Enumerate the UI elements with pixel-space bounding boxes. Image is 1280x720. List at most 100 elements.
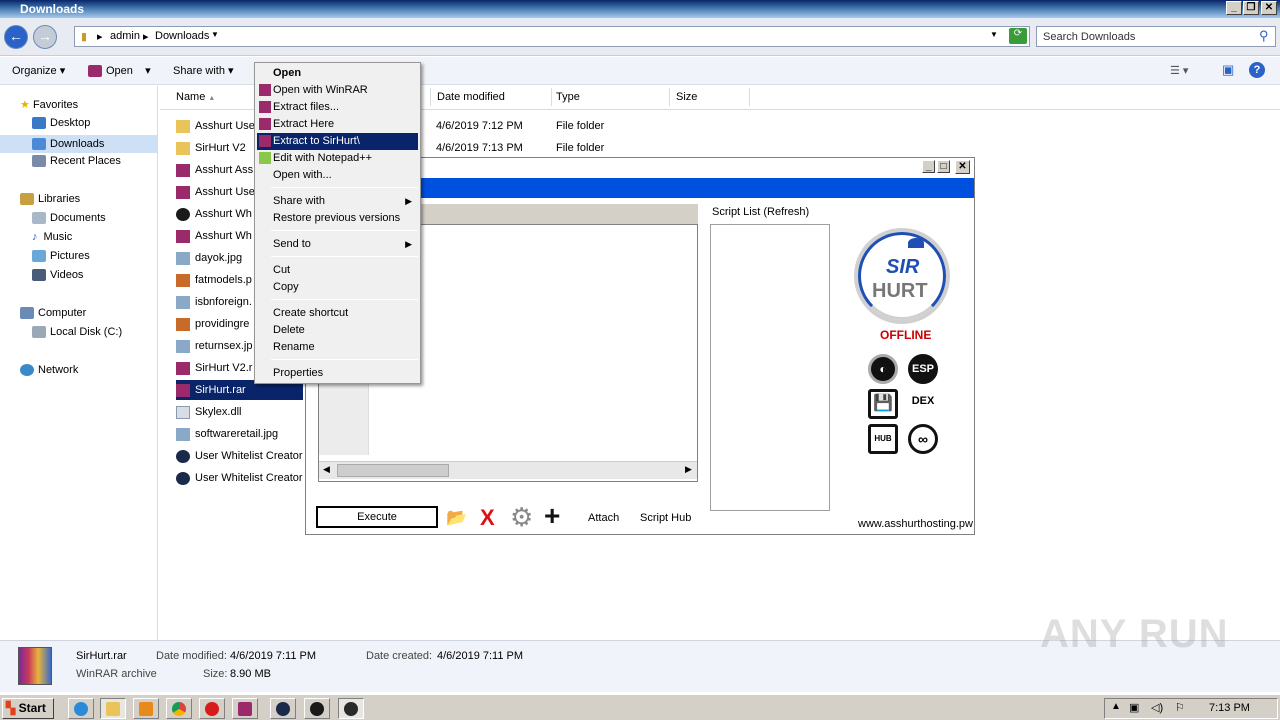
menu-item-share-with[interactable]: Share with ▶: [257, 193, 418, 210]
breadcrumb-downloads[interactable]: Downloads: [155, 30, 209, 42]
list-item[interactable]: SirHurt V2: [176, 138, 246, 158]
app2-taskbar-button[interactable]: [304, 698, 330, 719]
refresh-icon[interactable]: ⟳: [1009, 28, 1027, 44]
share-with-button[interactable]: Share with ▾: [173, 64, 234, 77]
close-button[interactable]: ✕: [1261, 1, 1277, 15]
menu-item-open-with[interactable]: Open with...: [257, 167, 418, 184]
maximize-button[interactable]: ❐: [1243, 1, 1259, 15]
view-options-icon[interactable]: ☰ ▾: [1170, 64, 1188, 77]
infinite-icon[interactable]: ∞: [908, 424, 938, 454]
show-hidden-icons-icon[interactable]: ▲: [1111, 701, 1121, 712]
help-icon[interactable]: ?: [1249, 62, 1265, 78]
clock[interactable]: 7:13 PM: [1209, 702, 1250, 714]
column-type[interactable]: Type: [550, 88, 670, 106]
chevron-down-icon[interactable]: ▼: [211, 30, 219, 39]
network-tray-icon[interactable]: ▣: [1129, 701, 1139, 714]
hub-scroll-button[interactable]: HUB: [868, 424, 898, 454]
dex-button[interactable]: DEX: [908, 389, 938, 419]
nav-computer[interactable]: Computer: [20, 307, 86, 320]
sirhurt-taskbar-button[interactable]: [338, 698, 364, 719]
menu-item-create-shortcut[interactable]: Create shortcut: [257, 305, 418, 322]
globe-icon[interactable]: ◐: [868, 354, 898, 384]
list-item[interactable]: dayok.jpg: [176, 248, 242, 268]
menu-item-delete[interactable]: Delete: [257, 322, 418, 339]
chrome-taskbar-button[interactable]: [166, 698, 192, 719]
gear-icon[interactable]: ⚙: [510, 502, 533, 533]
script-list[interactable]: [710, 224, 830, 511]
menu-item-extract-to[interactable]: Extract to SirHurt\: [257, 133, 418, 150]
column-size[interactable]: Size: [670, 88, 750, 106]
sirhurt-close-button[interactable]: ✕: [955, 160, 970, 174]
menu-item-extract-files[interactable]: Extract files...: [257, 99, 418, 116]
list-item[interactable]: User Whitelist Creator: [176, 468, 303, 488]
script-hub-button[interactable]: Script Hub: [640, 512, 691, 524]
sirhurt-minimize-button[interactable]: _: [922, 160, 935, 173]
nav-desktop[interactable]: Desktop: [32, 117, 90, 130]
nav-network[interactable]: Network: [20, 364, 78, 377]
back-button[interactable]: ←: [4, 25, 28, 49]
list-item[interactable]: Asshurt Wh: [176, 226, 252, 246]
menu-item-properties[interactable]: Properties: [257, 365, 418, 382]
breadcrumb-admin[interactable]: admin: [110, 30, 140, 42]
list-item[interactable]: fatmodels.p: [176, 270, 252, 290]
website-link[interactable]: www.asshurthosting.pw: [858, 518, 973, 530]
open-folder-icon[interactable]: 📂: [446, 508, 467, 528]
column-name[interactable]: Name ▲: [170, 88, 263, 106]
app1-taskbar-button[interactable]: [270, 698, 296, 719]
nav-downloads[interactable]: Downloads: [0, 135, 157, 153]
menu-item-restore[interactable]: Restore previous versions: [257, 210, 418, 227]
start-button[interactable]: ▚ Start: [2, 698, 54, 719]
list-item[interactable]: Asshurt Ass: [176, 160, 253, 180]
minimize-button[interactable]: _: [1226, 1, 1242, 15]
search-icon[interactable]: ⚲: [1259, 28, 1269, 44]
list-item[interactable]: Asshurt Use: [176, 182, 255, 202]
list-item[interactable]: providingre: [176, 314, 249, 334]
menu-item-edit-notepad[interactable]: Edit with Notepad++: [257, 150, 418, 167]
save-icon[interactable]: 💾: [868, 389, 898, 419]
scrollbar-thumb[interactable]: [337, 464, 449, 477]
address-dropdown-icon[interactable]: ▼: [990, 30, 998, 39]
list-item[interactable]: Asshurt Use: [176, 116, 255, 136]
execute-button[interactable]: Execute: [316, 506, 438, 528]
nav-local-disk[interactable]: Local Disk (C:): [32, 326, 122, 339]
nav-favorites[interactable]: ★ Favorites: [20, 98, 78, 111]
volume-icon[interactable]: ◁): [1151, 701, 1163, 714]
script-list-label[interactable]: Script List (Refresh): [712, 206, 809, 218]
list-item[interactable]: softwareretail.jpg: [176, 424, 278, 444]
address-bar[interactable]: ▮ ▸ admin ▸ Downloads ▼ ▼ ⟳: [74, 26, 1030, 47]
menu-item-copy[interactable]: Copy: [257, 279, 418, 296]
attach-button[interactable]: Attach: [588, 512, 619, 524]
list-item[interactable]: Skylex.dll: [176, 402, 241, 422]
menu-item-open[interactable]: Open: [257, 65, 418, 82]
sirhurt-maximize-button[interactable]: □: [937, 160, 950, 173]
esp-button[interactable]: ESP: [908, 354, 938, 384]
search-input[interactable]: Search Downloads ⚲: [1036, 26, 1276, 47]
winrar-taskbar-button[interactable]: [232, 698, 258, 719]
organize-button[interactable]: Organize ▾: [12, 64, 65, 77]
add-icon[interactable]: +: [544, 500, 560, 532]
open-button[interactable]: Open ▾: [88, 64, 151, 78]
menu-item-send-to[interactable]: Send to ▶: [257, 236, 418, 253]
menu-item-open-winrar[interactable]: Open with WinRAR: [257, 82, 418, 99]
menu-item-extract-here[interactable]: Extract Here: [257, 116, 418, 133]
explorer-taskbar-button[interactable]: [100, 698, 126, 719]
media-taskbar-button[interactable]: [133, 698, 159, 719]
ie-taskbar-button[interactable]: [68, 698, 94, 719]
nav-music[interactable]: ♪ Music: [32, 231, 72, 243]
horizontal-scrollbar[interactable]: ◀ ▶: [319, 461, 697, 479]
clear-icon[interactable]: X: [480, 505, 495, 531]
nav-videos[interactable]: Videos: [32, 269, 83, 282]
menu-item-rename[interactable]: Rename: [257, 339, 418, 356]
nav-libraries[interactable]: Libraries: [20, 193, 80, 206]
list-item[interactable]: isbnforeign.: [176, 292, 252, 312]
nav-pictures[interactable]: Pictures: [32, 250, 90, 263]
list-item[interactable]: User Whitelist Creator: [176, 446, 303, 466]
menu-item-cut[interactable]: Cut: [257, 262, 418, 279]
opera-taskbar-button[interactable]: [199, 698, 225, 719]
forward-button[interactable]: →: [33, 25, 57, 49]
nav-documents[interactable]: Documents: [32, 212, 106, 225]
column-date-modified[interactable]: Date modified: [430, 88, 552, 106]
nav-recent-places[interactable]: Recent Places: [32, 155, 121, 168]
list-item[interactable]: SirHurt V2.r: [176, 358, 252, 378]
flag-icon[interactable]: ⚐: [1175, 701, 1185, 714]
